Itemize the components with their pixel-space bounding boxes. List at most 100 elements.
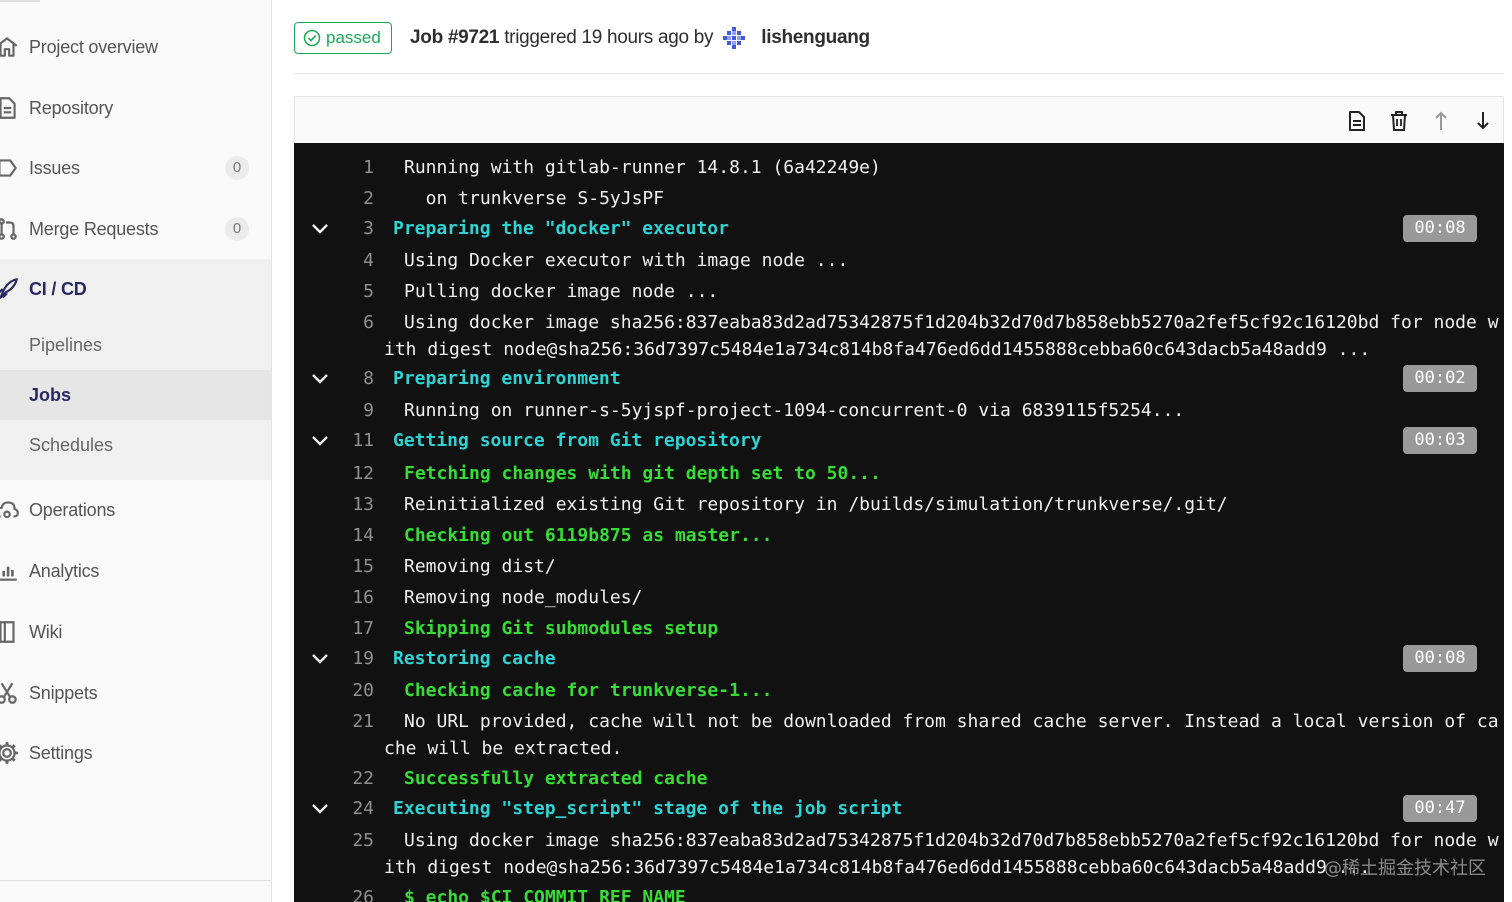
log-section-header[interactable]: 8 Preparing environment 00:02 (294, 364, 1504, 394)
log-text: Restoring cache (393, 648, 556, 669)
line-number[interactable]: 2 (334, 184, 374, 214)
sidebar-subitem-pipelines[interactable]: Pipelines (0, 320, 271, 370)
log-text: Checking out 6119b875 as master... (404, 525, 773, 546)
sidebar-item-wiki[interactable]: Wiki (0, 604, 271, 660)
log-text: ith digest node@sha256:36d7397c5484e1a73… (384, 339, 1371, 360)
sidebar-item-settings[interactable]: Settings (0, 725, 271, 781)
line-number[interactable]: 25 (334, 826, 374, 856)
merge-requests-count-badge: 0 (225, 217, 249, 241)
sidebar-subitem-label: Jobs (29, 384, 72, 405)
line-number[interactable]: 22 (334, 764, 374, 794)
line-number[interactable]: 5 (334, 277, 374, 307)
log-line: 20 Checking cache for trunkverse-1... (294, 676, 1504, 706)
chevron-down-icon[interactable] (311, 651, 329, 667)
sidebar: Project overview Repository Issues 0 Mer… (0, 0, 272, 902)
log-line: 6 Using docker image sha256:837eaba83d2a… (294, 308, 1504, 338)
job-header: passed Job #9721 triggered 19 hours ago … (294, 0, 1504, 74)
log-text: Removing dist/ (404, 556, 556, 577)
log-toolbar (294, 96, 1504, 144)
log-section-header[interactable]: 24 Executing "step_script" stage of the … (294, 794, 1504, 824)
line-number[interactable]: 13 (334, 490, 374, 520)
log-line: 17 Skipping Git submodules setup (294, 614, 1504, 644)
log-text: Removing node_modules/ (404, 587, 643, 608)
sidebar-item-analytics[interactable]: Analytics (0, 543, 271, 599)
raw-log-icon[interactable] (1346, 109, 1368, 133)
log-text: Running with gitlab-runner 14.8.1 (6a422… (404, 157, 881, 178)
sidebar-item-issues[interactable]: Issues 0 (0, 140, 271, 196)
scissors-icon (0, 680, 20, 706)
log-text: Using docker image sha256:837eaba83d2ad7… (404, 830, 1499, 851)
line-number[interactable]: 14 (334, 521, 374, 551)
job-title: Job #9721 triggered 19 hours ago by lish… (410, 25, 870, 51)
line-number[interactable]: 6 (334, 308, 374, 338)
line-number[interactable]: 19 (334, 644, 374, 674)
status-badge[interactable]: passed (294, 22, 392, 54)
chevron-down-icon[interactable] (311, 801, 329, 817)
status-label: passed (326, 28, 381, 47)
sidebar-item-snippets[interactable]: Snippets (0, 665, 271, 721)
sidebar-bottom-divider (0, 880, 271, 881)
log-text: Running on runner-s-5yjspf-project-1094-… (404, 400, 1185, 421)
line-number[interactable]: 26 (334, 883, 374, 902)
line-number[interactable]: 17 (334, 614, 374, 644)
line-number[interactable]: 24 (334, 794, 374, 824)
line-number[interactable]: 4 (334, 246, 374, 276)
line-number[interactable]: 21 (334, 707, 374, 737)
sidebar-item-label: Merge Requests (29, 218, 159, 239)
sidebar-item-label: Snippets (29, 682, 98, 703)
line-number[interactable]: 16 (334, 583, 374, 613)
log-line: 12 Fetching changes with git depth set t… (294, 459, 1504, 489)
log-section-header[interactable]: 11 Getting source from Git repository 00… (294, 426, 1504, 456)
log-line-wrap: ith digest node@sha256:36d7397c5484e1a73… (294, 853, 1504, 883)
line-number[interactable]: 1 (334, 153, 374, 183)
sidebar-item-cicd[interactable]: CI / CD (0, 261, 271, 317)
sidebar-item-operations[interactable]: Operations (0, 482, 271, 538)
cicd-group: CI / CD Pipelines Jobs Schedules (0, 259, 271, 480)
chevron-down-icon[interactable] (311, 371, 329, 387)
log-line-wrap: ith digest node@sha256:36d7397c5484e1a73… (294, 335, 1504, 365)
cloud-gear-icon (0, 497, 20, 523)
sidebar-item-merge-requests[interactable]: Merge Requests 0 (0, 201, 271, 257)
line-number[interactable]: 15 (334, 552, 374, 582)
line-number[interactable]: 9 (334, 396, 374, 426)
issues-icon (0, 155, 20, 181)
sidebar-item-repository[interactable]: Repository (0, 80, 271, 136)
section-duration-badge: 00:08 (1403, 645, 1477, 672)
line-number[interactable]: 3 (334, 214, 374, 244)
scroll-to-bottom-icon[interactable] (1472, 109, 1494, 133)
log-text: Preparing the "docker" executor (393, 218, 729, 239)
log-line: 14 Checking out 6119b875 as master... (294, 521, 1504, 551)
erase-log-icon[interactable] (1388, 109, 1410, 133)
avatar[interactable] (721, 25, 747, 51)
sidebar-subitem-schedules[interactable]: Schedules (0, 420, 271, 470)
log-text: Checking cache for trunkverse-1... (404, 680, 773, 701)
sidebar-item-project-overview[interactable]: Project overview (0, 19, 271, 75)
section-duration-badge: 00:08 (1403, 215, 1477, 242)
section-duration-badge: 00:47 (1403, 795, 1477, 822)
gear-icon (0, 740, 20, 766)
line-number[interactable]: 20 (334, 676, 374, 706)
log-section-header[interactable]: 3 Preparing the "docker" executor 00:08 (294, 214, 1504, 244)
sidebar-subitem-jobs[interactable]: Jobs (0, 370, 271, 420)
scroll-to-top-icon[interactable] (1430, 109, 1452, 133)
log-text: Getting source from Git repository (393, 430, 762, 451)
sidebar-top-divider (0, 0, 40, 2)
log-line: 22 Successfully extracted cache (294, 764, 1504, 794)
log-text: che will be extracted. (384, 738, 623, 759)
chevron-down-icon[interactable] (311, 221, 329, 237)
rocket-icon (0, 276, 20, 302)
log-section-header[interactable]: 19 Restoring cache 00:08 (294, 644, 1504, 674)
log-text: No URL provided, cache will not be downl… (404, 711, 1499, 732)
line-number[interactable]: 11 (334, 426, 374, 456)
log-text: Executing "step_script" stage of the job… (393, 798, 903, 819)
log-text: Using docker image sha256:837eaba83d2ad7… (404, 312, 1499, 333)
log-text: Using Docker executor with image node ..… (404, 250, 849, 271)
user-link[interactable]: lishenguang (761, 27, 870, 49)
line-number[interactable]: 8 (334, 364, 374, 394)
chevron-down-icon[interactable] (311, 433, 329, 449)
line-number[interactable]: 12 (334, 459, 374, 489)
log-text: ith digest node@sha256:36d7397c5484e1a73… (384, 857, 1371, 878)
log-line: 5 Pulling docker image node ... (294, 277, 1504, 307)
log-line: 21 No URL provided, cache will not be do… (294, 707, 1504, 737)
triggered-text: triggered 19 hours ago by (504, 27, 714, 48)
